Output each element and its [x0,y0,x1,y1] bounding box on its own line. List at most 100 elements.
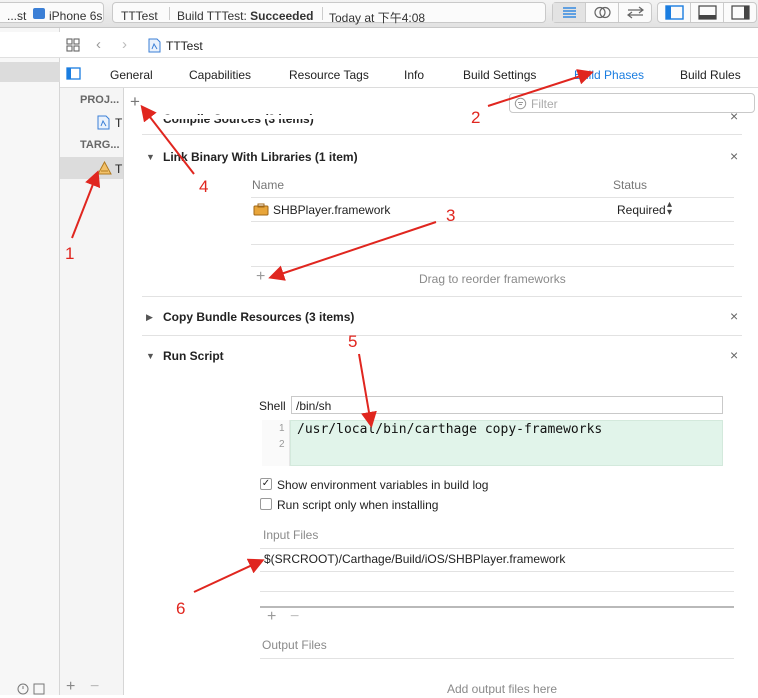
annotation-number: 3 [446,206,456,225]
divider [251,244,734,245]
framework-name: SHBPlayer.framework [273,203,391,217]
table-row[interactable]: SHBPlayer.framework Required ▴ ▾ [251,198,734,221]
tab-build-phases[interactable]: Build Phases [574,68,644,82]
jump-bar: ‹ › TTTest [0,32,758,58]
divider [260,658,734,659]
swap-arrows-icon [627,6,644,19]
output-files-hint: Add output files here [447,682,558,695]
tab-build-settings[interactable]: Build Settings [463,68,536,82]
line-number: 2 [279,439,285,450]
version-editor-button[interactable] [619,3,652,22]
add-input-file-button[interactable]: + [267,608,276,626]
drag-hint: Drag to reorder frameworks [419,272,566,286]
device-name: iPhone 6s [49,9,103,23]
bottom-panel-icon [698,5,717,20]
remove-target-icon[interactable]: − [90,678,99,696]
copy-bundle-title[interactable]: Copy Bundle Resources (3 items) [163,310,354,324]
lines-icon [563,7,576,18]
standard-editor-button[interactable] [553,3,586,22]
navigator-selected-row[interactable] [0,62,60,82]
app-target-icon [97,161,112,175]
tab-info[interactable]: Info [404,68,424,82]
target-item[interactable]: T [60,157,123,179]
toggle-utilities-button[interactable] [724,3,757,22]
annotation-number: 2 [471,108,481,127]
link-disclosure-icon[interactable]: ▼ [146,152,155,162]
annotation-number: 5 [348,332,358,351]
only-installing-checkbox[interactable] [260,498,272,510]
link-col-name: Name [252,178,285,192]
line-number: 1 [279,423,285,434]
project-file-icon [148,38,161,53]
tab-capabilities[interactable]: Capabilities [189,68,251,82]
framework-icon [253,203,269,216]
project-header: PROJ... [80,94,120,106]
tab-bar: General Capabilities Resource Tags Info … [60,60,758,88]
activity-viewer: TTTest Build TTTest: Succeeded Today at … [112,2,546,25]
activity-divider [169,7,170,20]
hide-targets-icon[interactable] [66,67,81,80]
show-env-label: Show environment variables in build log [277,478,489,492]
targets-header: TARG... [80,139,120,151]
input-file-row[interactable]: $(SRCROOT)/Carthage/Build/iOS/SHBPlayer.… [260,549,734,571]
link-binary-close-icon[interactable]: × [730,148,738,164]
target-item-label: T [115,162,123,176]
annotation-number: 6 [176,599,186,618]
status-stepper-icon[interactable]: ▴ ▾ [667,200,672,218]
remove-input-file-button[interactable]: − [290,608,299,626]
tab-build-rules[interactable]: Build Rules [680,68,741,82]
editor-mode-group [552,2,652,23]
copy-disclosure-icon[interactable]: ▶ [146,312,153,323]
back-chevron-icon[interactable]: ‹ [96,36,101,53]
run-script-disclosure-icon[interactable]: ▼ [146,351,155,361]
scroll-overlap [124,115,758,119]
project-item[interactable]: T [60,111,123,133]
activity-divider-2 [322,7,323,20]
run-script-close-icon[interactable]: × [730,347,738,363]
divider [260,591,734,592]
divider [142,296,742,297]
project-file-icon [97,115,110,130]
input-files-bottom-rule [260,606,734,608]
filter-field[interactable]: Filter [509,93,755,113]
script-line: /usr/local/bin/carthage copy-frameworks [297,422,603,437]
divider [260,571,734,572]
left-panel-icon [665,5,684,20]
device-icon [33,8,45,19]
scheme-selector[interactable]: ...st iPhone 6s [0,2,104,23]
add-framework-button[interactable]: + [256,268,265,286]
venn-icon [594,6,611,19]
build-time: Today at 下午4:08 [329,11,426,25]
framework-status[interactable]: Required [617,203,666,217]
link-col-status: Status [613,178,648,192]
divider [251,221,734,222]
project-item-label: T [115,116,123,130]
toggle-debug-area-button[interactable] [691,3,724,22]
compile-sources-close-icon[interactable]: × [730,108,738,124]
toggle-navigator-button[interactable] [658,3,691,22]
tab-resource-tags[interactable]: Resource Tags [289,68,369,82]
navigator-bottom-bar [0,682,60,695]
related-items-icon[interactable] [66,38,80,52]
script-editor[interactable]: /usr/local/bin/carthage copy-frameworks [290,420,723,466]
tab-general[interactable]: General [110,68,153,82]
right-panel-icon [731,5,750,20]
run-script-title[interactable]: Run Script [163,349,224,363]
output-files-label: Output Files [262,638,327,652]
assistant-editor-button[interactable] [586,3,619,22]
forward-chevron-icon[interactable]: › [122,36,127,53]
add-build-phase-button[interactable]: + [130,92,140,112]
shell-input[interactable]: /bin/sh [291,396,723,414]
jump-bar-file[interactable]: TTTest [166,39,203,53]
shell-label: Shell [259,399,286,413]
add-target-icon[interactable]: + [66,678,75,696]
filter-placeholder: Filter [531,97,558,111]
copy-bundle-close-icon[interactable]: × [730,308,738,324]
input-files-label: Input Files [263,528,319,542]
view-toggle-group [657,2,757,23]
show-env-checkbox[interactable]: ✓ [260,478,272,490]
build-phases-editor: + Filter Compile Sources (3 items) × ▼ L… [124,88,758,695]
targets-sidebar: PROJ... T TARG... T + − [60,88,124,695]
only-installing-label: Run script only when installing [277,498,439,512]
link-binary-title[interactable]: Link Binary With Libraries (1 item) [163,150,358,164]
